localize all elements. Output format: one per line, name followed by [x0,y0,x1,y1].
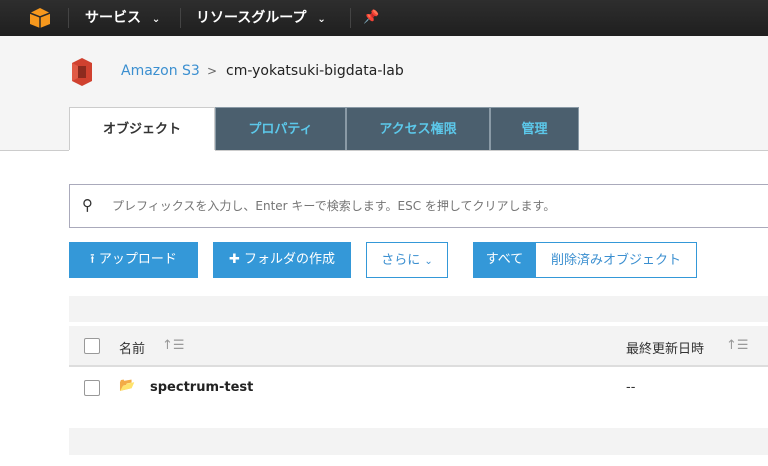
upload-button[interactable]: ⭱ アップロード [69,242,198,278]
search-icon: ⚲ [82,196,93,214]
row-name-link[interactable]: spectrum-test [150,380,253,395]
resource-groups-menu[interactable]: リソースグループ ⌄ [196,0,326,36]
column-name[interactable]: 名前 [119,338,145,357]
top-nav-bar: サービス ⌄ リソースグループ ⌄ 📌 [0,0,768,36]
search-input[interactable] [112,193,752,219]
more-label: さらに [381,253,421,268]
filter-deleted-button[interactable]: 削除済みオブジェクト [535,242,697,278]
more-dropdown[interactable]: さらに ⌄ [366,242,448,278]
s3-logo-icon [72,58,92,86]
tab-objects[interactable]: オブジェクト [69,107,215,150]
upload-label: アップロード [98,252,177,267]
select-all-checkbox[interactable] [84,338,100,354]
sort-icon[interactable]: ↑☰ [726,338,749,353]
resource-groups-label: リソースグループ [196,10,307,26]
table-header: 名前 ↑☰ 最終更新日時 ↑☰ [69,326,768,367]
table-row[interactable]: 📂 spectrum-test -- [69,370,768,406]
filter-all-button[interactable]: すべて [473,242,536,278]
row-checkbox[interactable] [84,380,100,396]
row-modified: -- [626,380,636,395]
breadcrumb-amazon-s3[interactable]: Amazon S3 [121,62,200,80]
breadcrumb-bucket: cm-yokatsuki-bigdata-lab [226,63,404,79]
sort-icon[interactable]: ↑☰ [162,338,185,353]
chevron-down-icon: ⌄ [317,14,326,25]
tab-management[interactable]: 管理 [490,107,579,150]
column-modified[interactable]: 最終更新日時 [626,338,704,357]
upload-icon: ⭱ [90,252,95,267]
aws-cube-icon[interactable] [29,7,51,29]
pin-icon[interactable]: 📌 [363,0,379,36]
create-folder-button[interactable]: ✚ フォルダの作成 [213,242,351,278]
chevron-down-icon: ⌄ [151,14,161,25]
tab-permissions[interactable]: アクセス権限 [346,107,490,150]
tab-properties[interactable]: プロパティ [215,107,346,150]
breadcrumb-separator: > [207,64,218,78]
services-label: サービス [85,10,141,26]
info-band [69,296,768,322]
folder-icon: 📂 [119,378,136,393]
create-folder-label: フォルダの作成 [244,252,336,267]
services-menu[interactable]: サービス ⌄ [85,0,160,36]
search-box[interactable]: ⚲ [69,184,768,228]
table-footer [69,428,768,455]
plus-icon: ✚ [228,252,240,267]
chevron-down-icon: ⌄ [424,256,433,267]
